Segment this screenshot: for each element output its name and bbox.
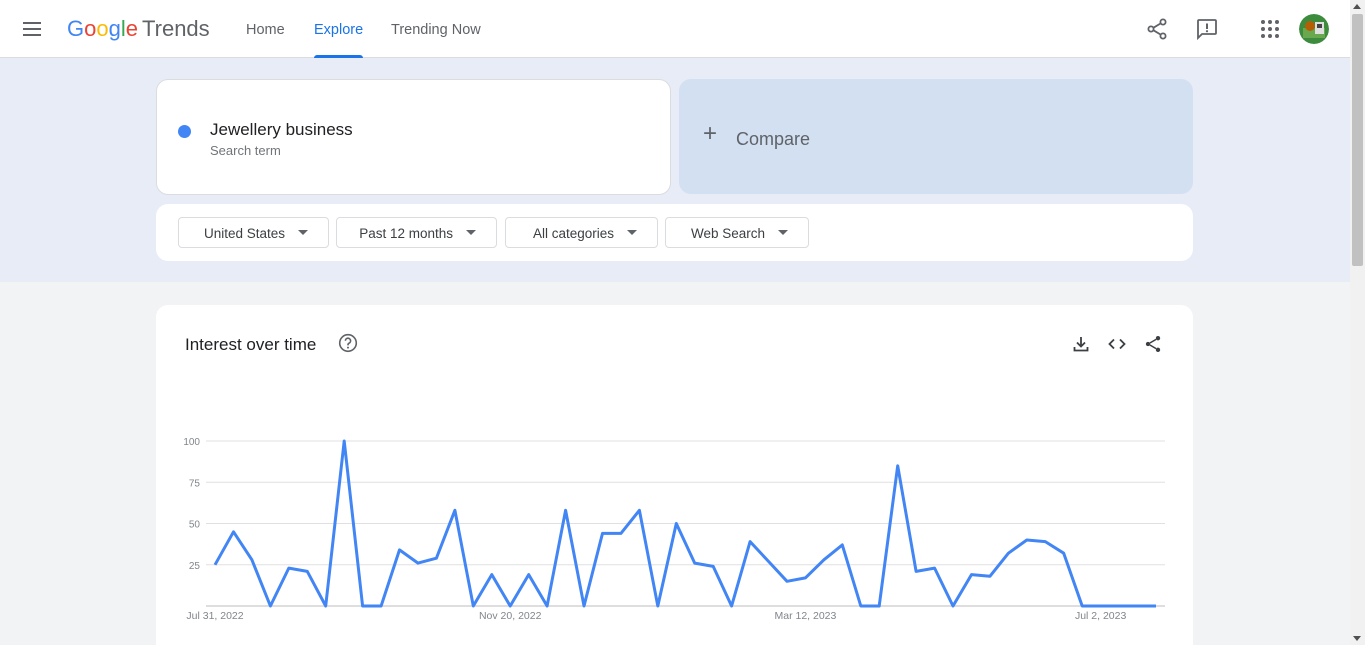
account-avatar[interactable] (1299, 14, 1329, 44)
share-icon[interactable] (1145, 17, 1169, 41)
logo-letter: g (108, 16, 121, 41)
filter-location[interactable]: United States (178, 217, 329, 248)
search-term-card[interactable]: Jewellery business Search term (156, 79, 671, 195)
apps-icon[interactable] (1258, 17, 1282, 41)
top-app-bar: Google Trends Home Explore Trending Now (0, 0, 1350, 58)
filter-time-range-label: Past 12 months (359, 226, 453, 241)
filter-category[interactable]: All categories (505, 217, 658, 248)
compare-button[interactable]: + Compare (679, 79, 1193, 194)
tab-trending-now[interactable]: Trending Now (391, 0, 481, 58)
logo-letter: o (96, 16, 109, 41)
logo-letter: G (67, 16, 85, 41)
search-term-name[interactable]: Jewellery business (210, 120, 353, 140)
x-tick-label: Jul 2, 2023 (1075, 610, 1127, 622)
x-tick-label: Nov 20, 2022 (479, 610, 542, 622)
y-tick-label: 75 (189, 478, 201, 489)
y-tick-label: 100 (183, 437, 200, 448)
tab-explore[interactable]: Explore (314, 0, 364, 58)
compare-label: Compare (736, 129, 811, 149)
x-tick-label: Mar 12, 2023 (774, 610, 836, 622)
caret-down-icon (627, 230, 637, 235)
menu-icon[interactable] (20, 17, 44, 41)
plus-icon: + (703, 120, 718, 147)
scroll-thumb[interactable] (1352, 14, 1363, 266)
scroll-down-arrow-icon[interactable] (1353, 636, 1361, 641)
search-term-type: Search term (210, 143, 281, 158)
logo-letter: o (84, 16, 97, 41)
filter-category-label: All categories (532, 226, 614, 241)
y-tick-label: 50 (189, 520, 201, 531)
scroll-up-arrow-icon[interactable] (1353, 4, 1361, 9)
caret-down-icon (298, 230, 308, 235)
y-tick-label: 25 (189, 561, 201, 572)
interest-over-time-card: Interest over time 25 50 75 100 Jul 31, 2022… (156, 305, 1193, 645)
filters-bar: United States Past 12 months All categor… (156, 204, 1193, 261)
filter-time-range[interactable]: Past 12 months (336, 217, 497, 248)
google-trends-logo[interactable]: Google Trends (67, 16, 210, 42)
feedback-icon[interactable] (1195, 17, 1219, 41)
filter-search-type[interactable]: Web Search (665, 217, 809, 248)
filter-search-type-label: Web Search (690, 226, 765, 241)
tab-home[interactable]: Home (246, 0, 285, 58)
term-color-dot (178, 125, 191, 138)
filter-location-label: United States (203, 226, 285, 241)
interest-line-chart: 25 50 75 100 Jul 31, 2022 Nov 20, 2022 Mar 12,… (183, 437, 1165, 622)
page-scrollbar[interactable] (1350, 0, 1365, 645)
logo-letter: e (125, 16, 139, 41)
logo-trends-word: Trends (142, 16, 210, 41)
caret-down-icon (778, 230, 788, 235)
caret-down-icon (466, 230, 476, 235)
x-tick-label: Jul 31, 2022 (186, 610, 243, 622)
